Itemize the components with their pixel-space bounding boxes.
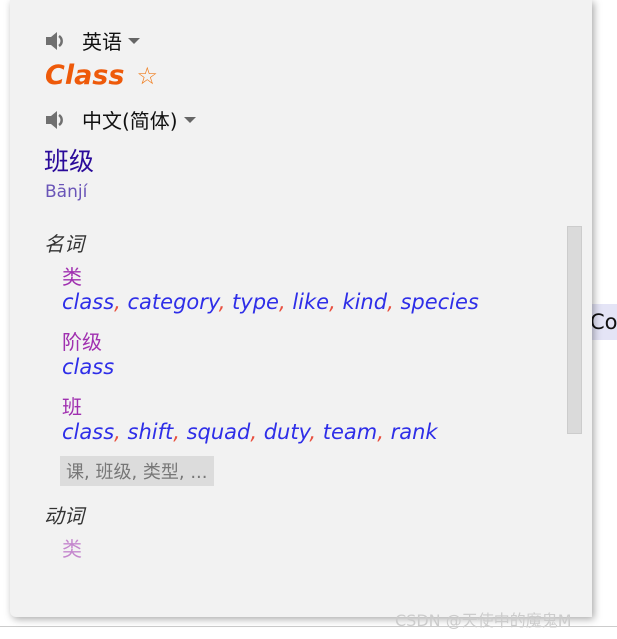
translation: 班级 <box>44 147 95 176</box>
english-synonym[interactable]: class <box>62 290 114 314</box>
pinyin: Bānjí <box>45 182 88 202</box>
separator: , <box>387 290 401 314</box>
translation-popup: 英语 Class ☆ 中文(简体) 班级 Bānjí 名词类 class, cat… <box>10 0 592 617</box>
sense-chinese[interactable]: 类 <box>62 261 554 290</box>
source-word: Class <box>45 60 125 91</box>
separator: , <box>114 290 128 314</box>
separator: , <box>173 420 187 444</box>
separator: , <box>250 420 264 444</box>
english-synonym[interactable]: class <box>62 355 114 379</box>
sense: 班 class, shift, squad, duty, team, rank <box>62 391 554 444</box>
star-icon[interactable]: ☆ <box>136 62 158 90</box>
sense: 类 <box>62 533 554 562</box>
english-synonym[interactable]: category <box>128 290 219 314</box>
sense-english-list: class <box>62 355 554 379</box>
source-language-select[interactable]: 英语 <box>82 26 122 55</box>
english-synonym[interactable]: team <box>323 420 377 444</box>
english-synonym[interactable]: like <box>292 290 329 314</box>
sense-english-list: class, category, type, like, kind, speci… <box>62 290 554 314</box>
english-synonym[interactable]: rank <box>391 420 438 444</box>
speaker-icon[interactable] <box>44 109 66 131</box>
more-translations-button[interactable]: 课, 班级, 类型, ... <box>60 456 214 486</box>
sense-chinese[interactable]: 阶级 <box>62 326 554 355</box>
english-synonym[interactable]: shift <box>128 420 174 444</box>
separator: , <box>114 420 128 444</box>
sense: 类 class, category, type, like, kind, spec… <box>62 261 554 314</box>
separator: , <box>329 290 343 314</box>
dictionary-entries: 名词类 class, category, type, like, kind, sp… <box>44 228 554 574</box>
english-synonym[interactable]: kind <box>342 290 387 314</box>
scrollbar[interactable] <box>567 226 582 434</box>
target-language-select[interactable]: 中文(简体) <box>82 105 178 134</box>
english-synonym[interactable]: type <box>232 290 279 314</box>
speaker-icon[interactable] <box>44 30 66 52</box>
sense-english-list: class, shift, squad, duty, team, rank <box>62 420 554 444</box>
part-of-speech: 动词 <box>44 504 84 528</box>
english-synonym[interactable]: duty <box>264 420 310 444</box>
part-of-speech: 名词 <box>44 232 84 256</box>
separator: , <box>218 290 233 314</box>
chevron-down-icon[interactable] <box>128 37 140 44</box>
separator: , <box>377 420 391 444</box>
separator: , <box>309 420 323 444</box>
watermark: CSDN @天使中的魔鬼M <box>395 611 572 630</box>
chevron-down-icon[interactable] <box>183 116 196 123</box>
sense-chinese[interactable]: 类 <box>62 533 554 562</box>
english-synonym[interactable]: class <box>62 420 114 444</box>
english-synonym[interactable]: squad <box>187 420 251 444</box>
sense: 阶级 class <box>62 326 554 379</box>
english-synonym[interactable]: species <box>400 290 478 314</box>
separator: , <box>278 290 293 314</box>
sense-chinese[interactable]: 班 <box>62 391 554 420</box>
